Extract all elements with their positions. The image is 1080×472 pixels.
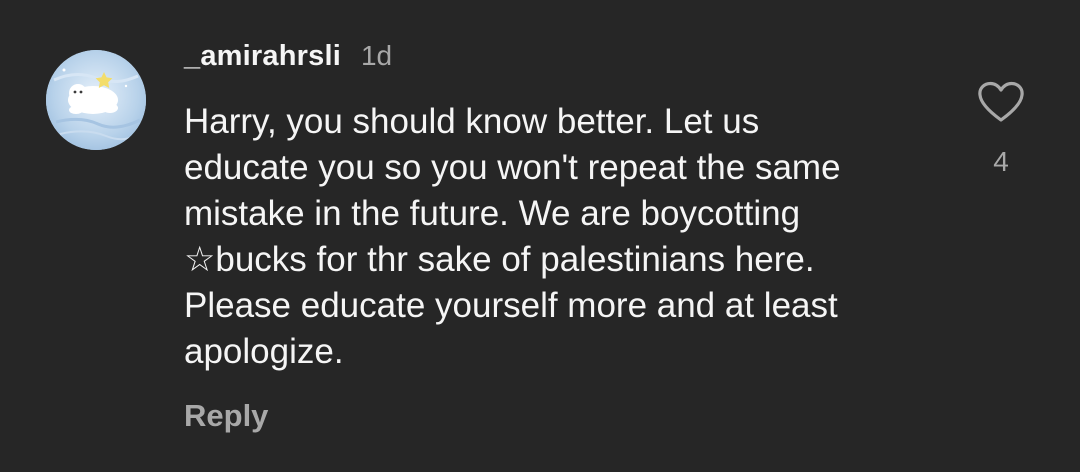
comment: _amirahrsli 1d Harry, you should know be…: [0, 0, 1080, 472]
comment-text: Harry, you should know better. Let us ed…: [184, 99, 944, 375]
comment-text-line: Harry, you should know better. Let us: [184, 102, 760, 141]
reply-button[interactable]: Reply: [184, 398, 268, 434]
comment-text-line: educate you so you won't repeat the same: [184, 148, 841, 187]
heart-outline-icon[interactable]: [976, 80, 1026, 124]
avatar[interactable]: [46, 50, 146, 150]
comment-text-line: ☆bucks for thr sake of palestinians here…: [184, 240, 815, 279]
comment-meta: _amirahrsli 1d: [184, 40, 392, 80]
like-count: 4: [993, 146, 1009, 177]
comment-text-line: mistake in the future. We are boycotting: [184, 194, 801, 233]
avatar-image: [46, 50, 146, 150]
like-button[interactable]: 4: [972, 80, 1030, 178]
comment-text-line: Please educate yourself more and at leas…: [184, 286, 838, 325]
username-link[interactable]: _amirahrsli: [184, 40, 341, 73]
comment-timestamp: 1d: [360, 40, 393, 71]
comment-text-line: apologize.: [184, 332, 344, 371]
